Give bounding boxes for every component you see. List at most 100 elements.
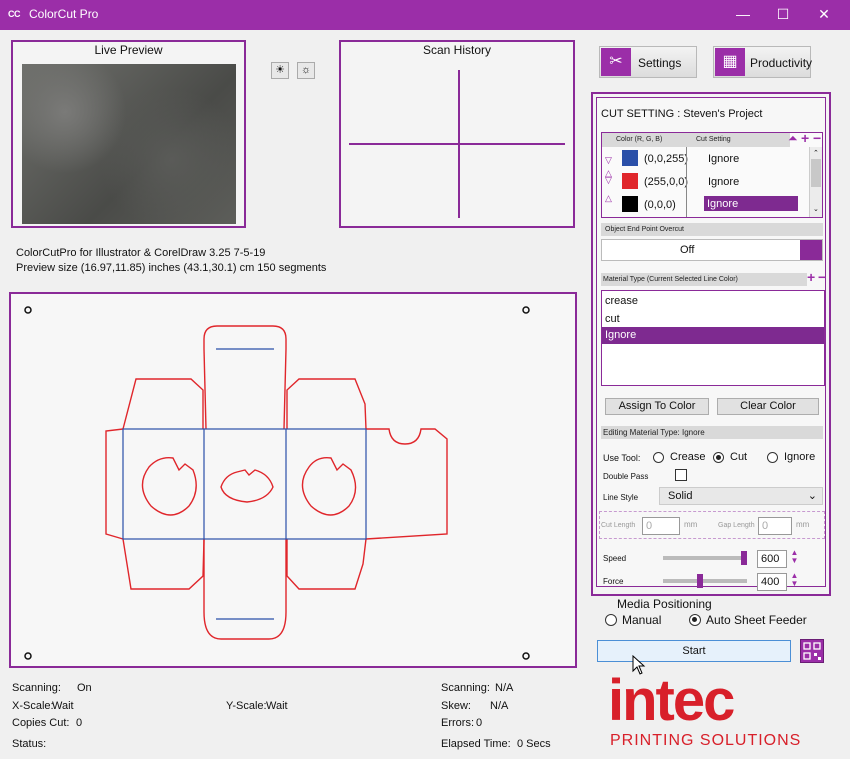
productivity-icon: ▦ — [715, 48, 745, 76]
dieline-drawing — [24, 306, 530, 660]
material-list: crease cut Ignore — [601, 290, 825, 386]
editing-material-label: Editing Material Type: Ignore — [603, 428, 705, 437]
crease-lines — [122, 348, 367, 620]
elapsed-time-label: Elapsed Time: — [441, 738, 511, 750]
brightness-down-button[interactable]: ☀ — [271, 62, 289, 79]
scroll-thumb[interactable] — [811, 159, 821, 187]
brightness-up-button[interactable]: ☼ — [297, 62, 315, 79]
remove-color-icon[interactable]: − — [813, 130, 821, 146]
overcut-toggle[interactable]: Off — [601, 239, 823, 261]
tool-ignore-radio[interactable] — [767, 452, 778, 463]
registration-mark — [24, 652, 32, 660]
camera-preview-image — [22, 64, 236, 224]
speed-spinner-icon[interactable]: ▲ ▼ — [789, 549, 800, 565]
live-preview-panel: Live Preview — [11, 40, 246, 228]
tool-cut-label: Cut — [730, 451, 748, 463]
errors-label: Errors: — [441, 717, 474, 729]
color-table: Color (R, G, B) Cut Setting ⏶ + − ▽ △ ▽ △… — [601, 130, 823, 218]
productivity-label: Productivity — [750, 56, 813, 70]
scan-history-crosshair — [349, 70, 565, 218]
minimize-button[interactable]: — — [731, 4, 755, 24]
move-top-icon[interactable]: ⏶ — [788, 131, 798, 146]
line-style-label: Line Style — [603, 493, 639, 502]
scroll-down-icon[interactable]: ⌄ — [813, 205, 819, 213]
scanning-right-value: N/A — [495, 682, 514, 694]
move-updown-icon[interactable]: △ ▽ — [605, 169, 612, 185]
media-auto-radio[interactable] — [689, 614, 701, 626]
force-label: Force — [603, 577, 624, 586]
force-spinner-icon[interactable]: ▲ ▼ — [789, 572, 800, 588]
gap-length-unit: mm — [796, 520, 810, 529]
close-button[interactable]: ✕ — [812, 4, 836, 24]
media-manual-label: Manual — [622, 613, 662, 627]
add-material-icon[interactable]: + — [807, 269, 815, 285]
material-item-ignore[interactable]: Ignore — [602, 327, 824, 344]
cut-setting-inner: CUT SETTING : Steven's Project Color (R,… — [596, 97, 826, 591]
line-style-select[interactable]: Solid ⌄ — [659, 487, 823, 505]
cut-length-unit: mm — [684, 520, 698, 529]
add-color-icon[interactable]: + — [801, 130, 809, 146]
intec-tagline: PRINTING SOLUTIONS — [610, 732, 802, 749]
intec-logo: intec — [608, 668, 735, 733]
cut-preview-canvas[interactable] — [9, 292, 577, 668]
productivity-button[interactable]: ▦ Productivity — [713, 46, 813, 78]
column-divider — [686, 147, 687, 217]
overcut-header: Object End Point Overcut — [601, 223, 823, 236]
skew-value: N/A — [490, 700, 509, 712]
sun-outline-icon: ☼ — [300, 64, 312, 76]
color-row[interactable]: (0,0,255) Ignore — [620, 148, 806, 170]
registration-mark — [522, 652, 530, 660]
color-column-header: Color (R, G, B) — [616, 136, 663, 143]
color-row[interactable]: (255,0,0) Ignore — [620, 171, 806, 193]
color-cut-setting: Ignore — [708, 153, 740, 165]
double-pass-checkbox[interactable] — [675, 469, 687, 481]
editing-material-header: Editing Material Type: Ignore — [601, 426, 823, 439]
app-logo-icon: CC — [8, 9, 21, 19]
gap-length-input[interactable]: 0 — [758, 517, 792, 535]
remove-material-icon[interactable]: − — [818, 269, 826, 285]
cut-setting-column-header: Cut Setting — [696, 136, 731, 143]
material-item-cut[interactable]: cut — [605, 313, 620, 325]
color-table-header: Color (R, G, B) Cut Setting — [602, 133, 790, 147]
force-input[interactable]: 400 — [757, 573, 787, 591]
overcut-value: Off — [680, 244, 695, 256]
material-type-label: Material Type (Current Selected Line Col… — [603, 276, 738, 283]
cut-setting-title: CUT SETTING : Steven's Project — [601, 108, 763, 120]
scissors-wrench-icon: ✂ — [601, 48, 631, 76]
cut-length-input[interactable]: 0 — [642, 517, 680, 535]
move-up-icon[interactable]: △ — [605, 193, 612, 204]
color-swatch-red — [622, 173, 638, 189]
move-down-icon[interactable]: ▽ — [605, 155, 612, 166]
cut-setting-panel: CUT SETTING : Steven's Project Color (R,… — [591, 92, 831, 596]
scroll-up-icon[interactable]: ⌃ — [813, 149, 819, 157]
x-scale-label: X-Scale: — [12, 700, 54, 712]
force-slider-track[interactable] — [663, 579, 747, 583]
qr-code-button[interactable] — [800, 639, 824, 663]
skew-label: Skew: — [441, 700, 471, 712]
speed-input[interactable]: 600 — [757, 550, 787, 568]
cut-length-label: Cut Length — [601, 522, 636, 529]
color-swatch-blue — [622, 150, 638, 166]
color-rgb: (0,0,255) — [644, 153, 689, 165]
speed-slider-track[interactable] — [663, 556, 747, 560]
assign-to-color-button[interactable]: Assign To Color — [605, 398, 709, 415]
start-button[interactable]: Start — [597, 640, 791, 662]
overcut-label: Object End Point Overcut — [605, 226, 684, 233]
color-table-scrollbar[interactable]: ⌃ ⌄ — [809, 147, 822, 217]
toggle-knob[interactable] — [800, 240, 822, 260]
settings-button[interactable]: ✂ Settings — [599, 46, 697, 78]
force-slider-thumb[interactable] — [697, 574, 703, 588]
media-manual-radio[interactable] — [605, 614, 617, 626]
double-pass-label: Double Pass — [603, 472, 649, 481]
tool-cut-radio[interactable] — [713, 452, 724, 463]
clear-color-button[interactable]: Clear Color — [717, 398, 819, 415]
maximize-button[interactable]: ☐ — [771, 4, 795, 24]
version-info: ColorCutPro for Illustrator & CorelDraw … — [16, 247, 266, 259]
tool-crease-radio[interactable] — [653, 452, 664, 463]
material-item-crease[interactable]: crease — [605, 295, 638, 307]
speed-slider-thumb[interactable] — [741, 551, 747, 565]
y-scale-value: Wait — [266, 700, 288, 712]
copies-cut-label: Copies Cut: — [12, 717, 70, 729]
color-row[interactable]: (0,0,0) Ignore — [620, 194, 806, 216]
y-scale-label: Y-Scale: — [226, 700, 267, 712]
